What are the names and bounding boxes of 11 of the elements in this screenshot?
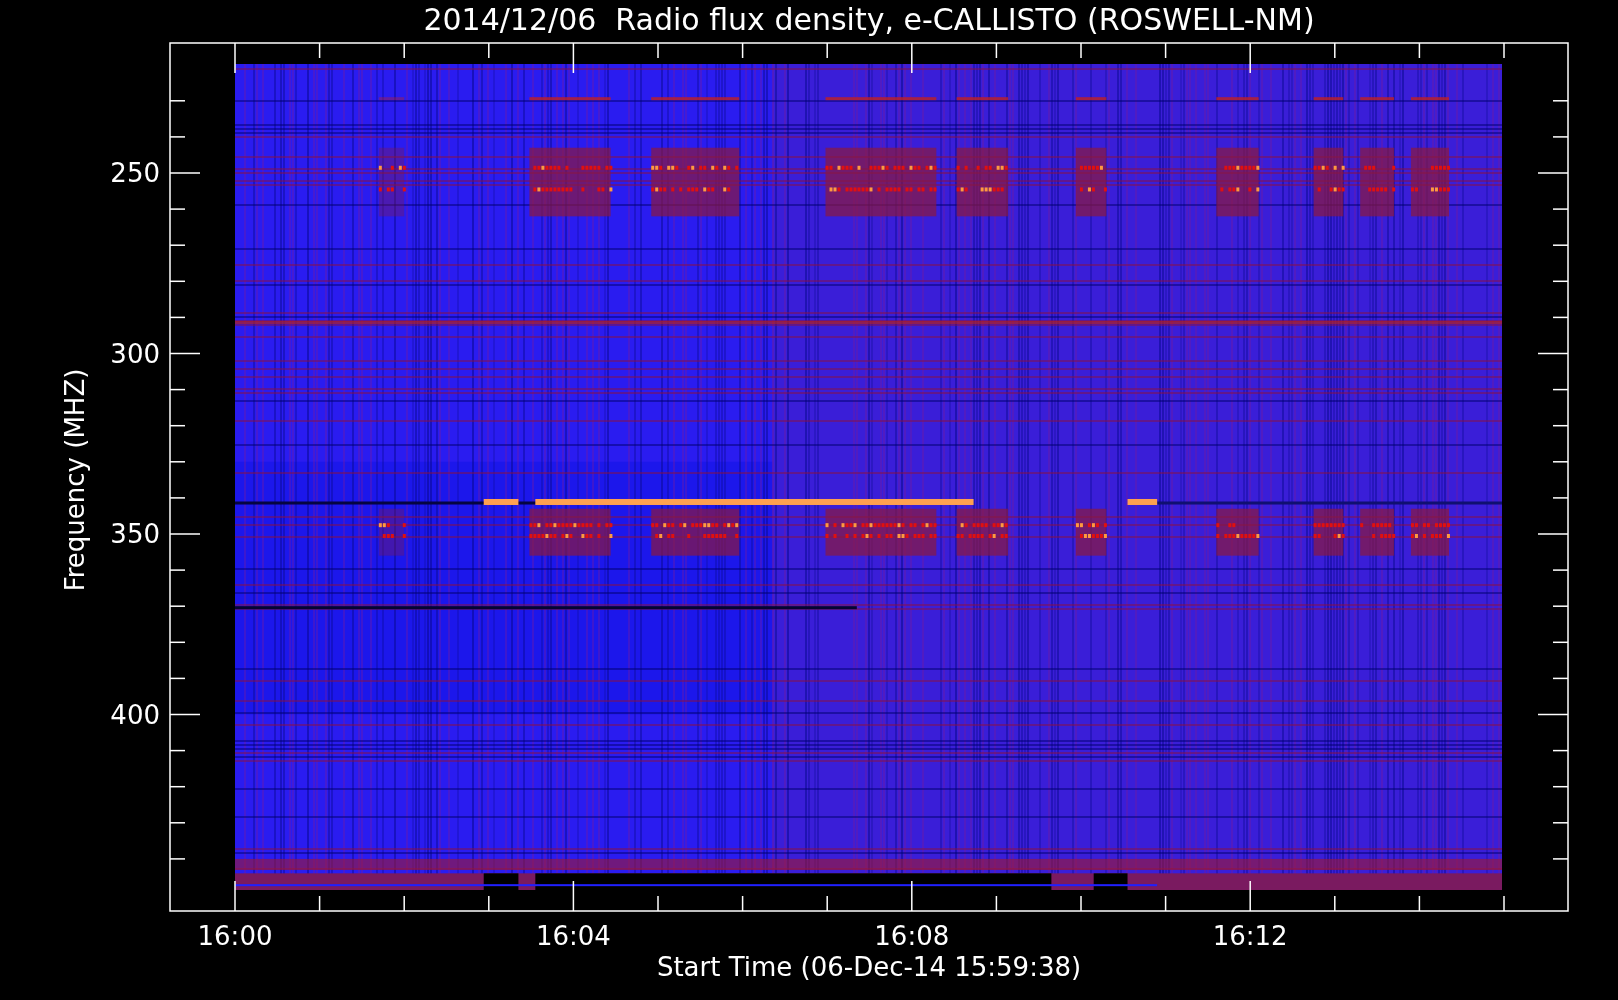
x-tick-label: 16:00	[197, 921, 273, 951]
x-tick-label: 16:04	[535, 921, 611, 951]
x-tick-label: 16:12	[1212, 921, 1288, 951]
y-axis-label: Frequency (MHZ)	[60, 368, 90, 592]
y-tick-label: 300	[110, 338, 160, 369]
x-axis-label: Start Time (06-Dec-14 15:59:38)	[656, 952, 1082, 982]
y-tick-label: 250	[110, 158, 160, 188]
chart-title: 2014/12/06 Radio flux density, e-CALLISTO (ROSWELL-NM)	[423, 2, 1315, 37]
y-tick-label: 400	[110, 699, 160, 730]
x-tick-label: 16:08	[874, 921, 950, 951]
y-tick-label: 350	[110, 519, 160, 549]
